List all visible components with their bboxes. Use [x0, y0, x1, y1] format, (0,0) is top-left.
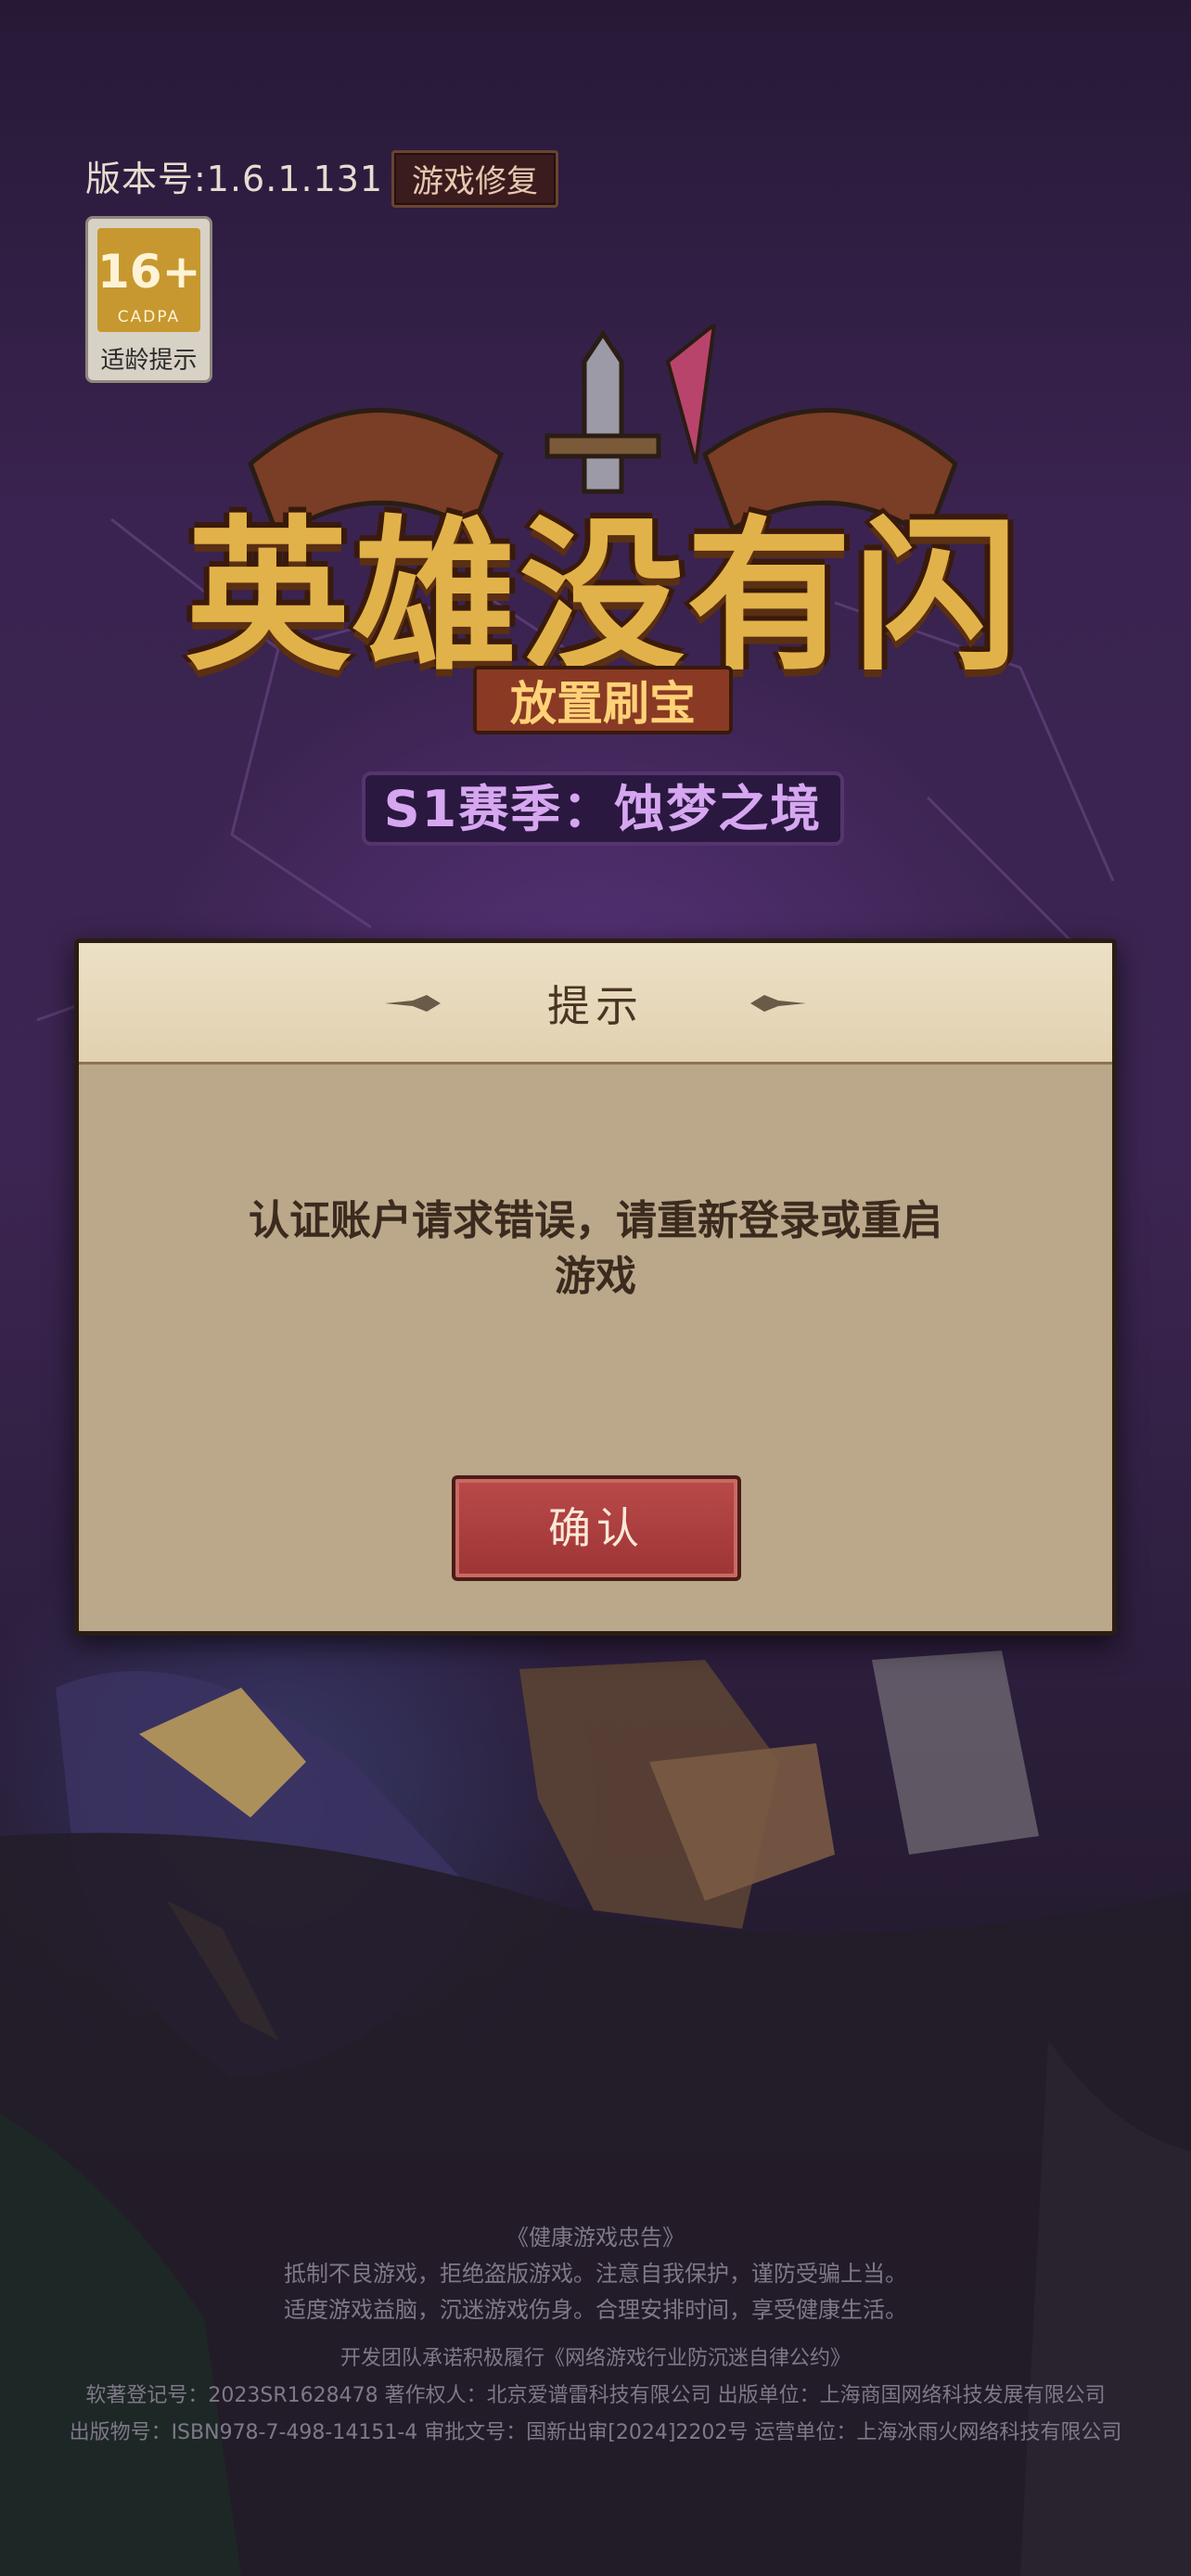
game-logo: 英雄没有闪 放置刷宝 S1赛季：蚀梦之境	[139, 325, 1067, 862]
health-advice-line: 适度游戏益脑，沉迷游戏伤身。合理安排时间，享受健康生活。	[284, 2297, 907, 2323]
health-advice-line: 抵制不良游戏，拒绝盗版游戏。注意自我保护，谨防受骗上当。	[284, 2261, 907, 2287]
age-rating-plate: 16+ CADPA	[97, 228, 200, 332]
age-rating-org: CADPA	[117, 308, 181, 326]
right-ornament-icon	[750, 995, 806, 1012]
dialog-title: 提示	[547, 981, 644, 1031]
anti-addiction-pledge: 开发团队承诺积极履行《网络游戏行业防沉迷自律公约》	[339, 2347, 851, 2370]
dialog-message-line: 认证账户请求错误，请重新登录或重启	[249, 1197, 942, 1244]
season-banner: S1赛季：蚀梦之境	[362, 772, 844, 846]
dialog-message: 认证账户请求错误，请重新登录或重启 游戏	[134, 1193, 1057, 1305]
age-rating-number: 16+	[97, 245, 201, 299]
game-subtitle-logo: 放置刷宝	[473, 666, 733, 734]
dialog-header: 提示	[79, 943, 1112, 1065]
alert-dialog: 提示 认证账户请求错误，请重新登录或重启 游戏 确认	[74, 938, 1117, 1636]
health-advice-title: 《健康游戏忠告》	[506, 2225, 685, 2251]
dialog-message-line: 游戏	[555, 1253, 636, 1300]
version-label: 版本号:1.6.1.131	[85, 159, 384, 199]
publication-info: 出版物号：ISBN978-7-498-14151-4 审批文号：国新出审[202…	[69, 2421, 1122, 2444]
confirm-button[interactable]: 确认	[452, 1475, 741, 1581]
game-repair-button[interactable]: 游戏修复	[391, 150, 558, 208]
copyright-info: 软著登记号：2023SR1628478 著作权人：北京爱谱雷科技有限公司 出版单…	[85, 2384, 1106, 2407]
